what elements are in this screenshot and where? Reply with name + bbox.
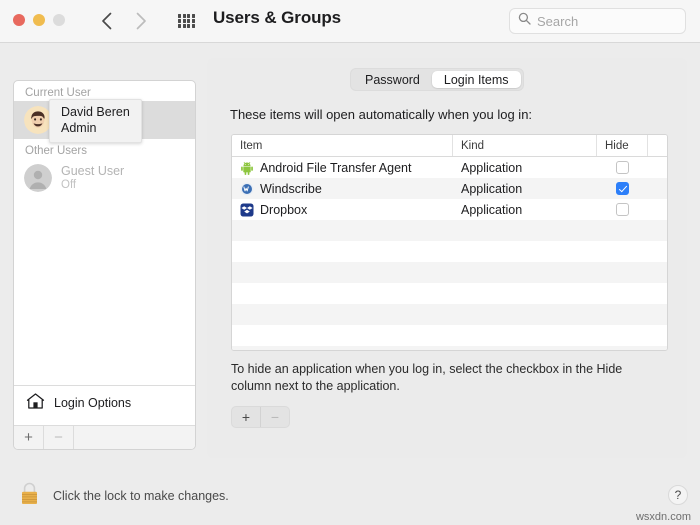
watermark: wsxdn.com [635, 511, 691, 523]
table-row[interactable]: Windscribe Application [232, 178, 667, 199]
column-header-item[interactable]: Item [232, 135, 453, 156]
tooltip-name: David Beren [61, 105, 130, 119]
login-items-table: Item Kind Hide Android File Transfer Age… [231, 134, 668, 351]
guest-row-text: Guest User Off [61, 164, 124, 192]
cell-item: Android File Transfer Agent [232, 161, 453, 175]
windscribe-icon [240, 182, 254, 196]
page-title: Users & Groups [213, 8, 342, 27]
user-row-guest[interactable]: Guest User Off [14, 159, 195, 197]
tab-login-items[interactable]: Login Items [431, 71, 521, 88]
dropbox-icon [240, 203, 254, 217]
guest-user-name: Guest User [61, 164, 125, 179]
lock-bar[interactable]: Click the lock to make changes. [18, 480, 229, 512]
column-header-hide[interactable]: Hide [597, 135, 648, 156]
add-user-button[interactable]: + [14, 426, 44, 449]
table-header-row: Item Kind Hide [232, 135, 667, 157]
cell-kind: Application [461, 181, 523, 196]
column-header-kind[interactable]: Kind [453, 135, 597, 156]
cell-kind: Application [461, 160, 523, 175]
help-button[interactable]: ? [668, 485, 688, 505]
table-empty-row [232, 262, 667, 283]
column-header-pad [648, 135, 667, 156]
remove-user-button[interactable]: − [44, 426, 74, 449]
table-empty-row [232, 304, 667, 325]
show-all-grid-icon[interactable] [178, 14, 195, 28]
detail-panel: Password Login Items These items will op… [207, 58, 687, 458]
home-icon [26, 392, 45, 415]
tooltip-role: Admin [61, 121, 97, 136]
table-empty-row [232, 220, 667, 241]
table-row[interactable]: Android File Transfer Agent Application [232, 157, 667, 178]
cell-hide [597, 203, 648, 216]
cell-hide [597, 161, 648, 174]
group-label-current-user: Current User [25, 87, 91, 99]
lock-closed-icon[interactable] [18, 480, 41, 512]
table-empty-row [232, 241, 667, 262]
back-chevron-icon[interactable] [95, 9, 117, 33]
cell-item-label: Windscribe [260, 181, 322, 196]
search-input[interactable] [537, 13, 672, 29]
tab-password[interactable]: Password [353, 71, 432, 88]
user-list-footer: + − [14, 425, 195, 449]
generic-person-avatar [24, 164, 52, 192]
cell-item: Windscribe [232, 182, 453, 196]
add-remove-login-item-control: + − [231, 406, 290, 428]
hide-column-hint: To hide an application when you log in, … [231, 362, 623, 393]
cell-item: Dropbox [232, 203, 453, 217]
tab-segmented-control: Password Login Items [350, 68, 524, 91]
panel-intro-text: These items will open automatically when… [230, 107, 533, 122]
login-options-label: Login Options [54, 396, 132, 410]
hide-checkbox[interactable] [616, 161, 629, 174]
cell-item-label: Android File Transfer Agent [260, 160, 412, 175]
close-button[interactable] [13, 14, 25, 26]
table-empty-row [232, 283, 667, 304]
table-empty-row [232, 325, 667, 346]
cell-item-label: Dropbox [260, 202, 308, 217]
cell-kind: Application [461, 202, 523, 217]
search-icon [518, 12, 531, 30]
navigation-buttons [95, 9, 152, 33]
cell-hide [597, 182, 648, 195]
login-options-button[interactable]: Login Options [14, 385, 195, 420]
guest-user-status: Off [61, 178, 77, 191]
title-bar: Users & Groups [0, 0, 700, 43]
remove-login-item-button[interactable]: − [260, 407, 289, 427]
user-tooltip: David Beren Admin [49, 99, 142, 143]
zoom-button[interactable] [53, 14, 65, 26]
add-login-item-button[interactable]: + [232, 407, 260, 427]
traffic-lights [13, 14, 65, 26]
memoji-avatar [24, 106, 52, 134]
table-row[interactable]: Dropbox Application [232, 199, 667, 220]
system-preferences-window: Users & Groups Current User [0, 0, 700, 525]
forward-chevron-icon[interactable] [130, 9, 152, 33]
table-empty-row [232, 346, 667, 350]
lock-message: Click the lock to make changes. [53, 489, 229, 503]
hide-checkbox[interactable] [616, 182, 629, 195]
android-icon [240, 161, 254, 175]
minimize-button[interactable] [33, 14, 45, 26]
search-field[interactable] [509, 8, 686, 34]
hide-checkbox[interactable] [616, 203, 629, 216]
